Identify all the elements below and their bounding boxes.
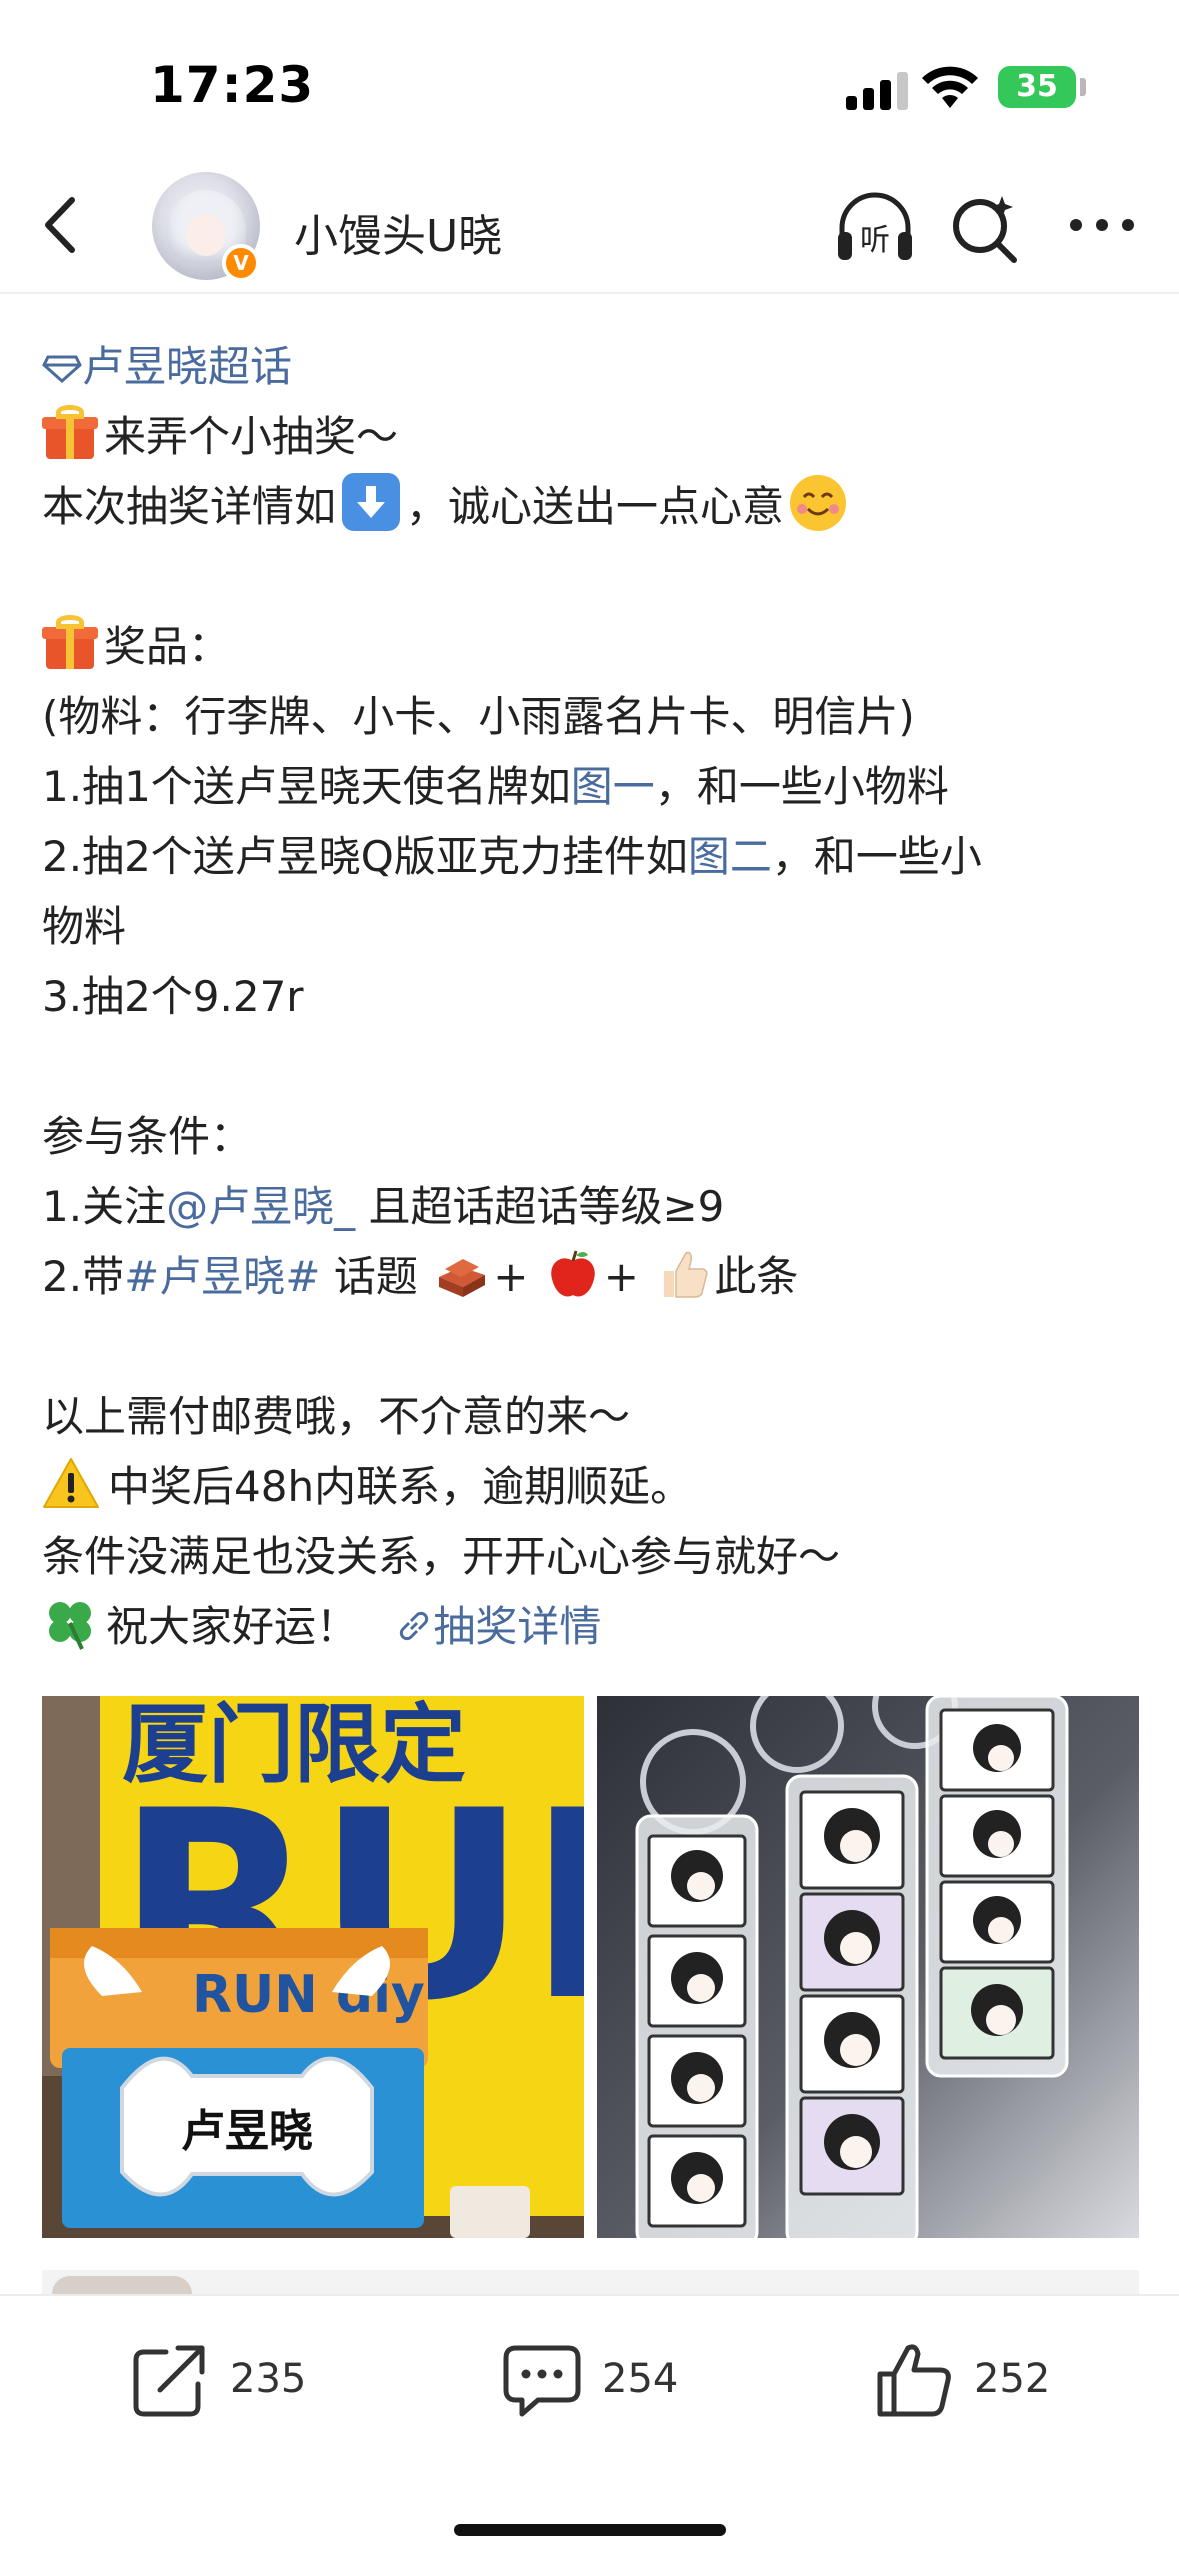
- home-indicator: [454, 2524, 726, 2536]
- cond1-text-b: 且超话超话等级≥9: [355, 1182, 725, 1231]
- down-arrow-icon: [342, 473, 401, 531]
- status-time: 17:23: [150, 56, 315, 114]
- battery-tip: [1080, 78, 1086, 96]
- prize2-line: 2.抽2个送卢昱晓Q版亚克力挂件如图二，和一些小: [42, 822, 1142, 892]
- username[interactable]: 小馒头U晓: [294, 200, 502, 264]
- condition-heading: 参与条件：: [42, 1112, 253, 1161]
- gift-icon: [42, 405, 98, 461]
- lottery-detail-label: 抽奖详情: [433, 1602, 602, 1651]
- cond2-text-a: 2.带: [42, 1252, 125, 1301]
- prize2-wrap-line: 物料: [42, 902, 127, 951]
- prize-heading-line: 奖品：: [42, 612, 1142, 682]
- diamond-icon: [42, 355, 82, 384]
- lottery-detail-link[interactable]: 抽奖详情: [371, 1602, 601, 1651]
- detail-line: 本次抽奖详情如 ，诚心送出一点心意: [42, 472, 1142, 542]
- intro-line: 来弄个小抽奖～: [42, 402, 1142, 472]
- detail-text-b: ，诚心送出一点心意: [406, 482, 785, 531]
- repost-button[interactable]: 235: [130, 2296, 350, 2456]
- prize2-image-link[interactable]: 图二: [688, 832, 772, 881]
- card-title: RUN diy: [192, 1965, 425, 2025]
- avatar-face: [186, 214, 226, 256]
- cond2-text-c: 此条: [714, 1252, 799, 1301]
- brick-icon: [439, 1259, 486, 1297]
- condition2-line: 2.带#卢昱晓# 话题 + + 此条: [42, 1242, 1142, 1312]
- comment-bubble-icon: [503, 2345, 581, 2417]
- status-bar: 17:23 35: [0, 0, 1179, 160]
- supertopic-label: 卢昱晓超话: [82, 342, 293, 391]
- intro-text: 来弄个小抽奖～: [104, 412, 399, 461]
- apple-icon: [550, 1250, 595, 1297]
- wifi-icon: [922, 66, 978, 108]
- link-chain-icon: [400, 1611, 429, 1641]
- prize1-text-b: ，和一些小物料: [654, 762, 949, 811]
- badge-photo: 厦门限定 RUN RUN diy 卢昱晓: [42, 1696, 584, 2238]
- note2-text: 中奖后48h内联系，逾期顺延。: [108, 1462, 693, 1511]
- detail-text-a: 本次抽奖详情如: [42, 482, 337, 531]
- comment-preview-strip: [42, 2270, 1139, 2294]
- warning-icon: [43, 1458, 99, 1508]
- comment-button[interactable]: 254: [502, 2296, 722, 2456]
- post-image-2[interactable]: [597, 1696, 1139, 2238]
- post-body: 卢昱晓超话 来弄个小抽奖～ 本次抽奖详情如 ，诚心送出一点心意 奖品： (物料：行…: [42, 332, 1142, 1662]
- thumbs-up-icon: [664, 1251, 708, 1298]
- nav-bar: V 小馒头U晓 听: [0, 160, 1179, 294]
- gift-icon: [42, 615, 98, 671]
- share-icon: [133, 2345, 205, 2417]
- badge-name: 卢昱晓: [181, 2106, 313, 2157]
- comment-avatar: [52, 2276, 192, 2294]
- prize1-text-a: 1.抽1个送卢昱晓天使名牌如: [42, 762, 571, 811]
- condition1-line: 1.关注@卢昱晓_ 且超话超话等级≥9: [42, 1172, 1142, 1242]
- cellular-signal-icon: [846, 70, 908, 110]
- plus-sign: +: [493, 1252, 529, 1301]
- search-icon[interactable]: [948, 190, 1022, 264]
- keychain-photo: [597, 1696, 1139, 2238]
- note4-text: 祝大家好运！: [106, 1602, 359, 1651]
- prize-heading: 奖品：: [104, 622, 231, 671]
- like-button[interactable]: 252: [874, 2296, 1094, 2456]
- prize2-text-a: 2.抽2个送卢昱晓Q版亚克力挂件如: [42, 832, 688, 881]
- cond2-text-b: 话题: [320, 1252, 418, 1301]
- repost-count: 235: [230, 2356, 307, 2402]
- mention-link[interactable]: @卢昱晓_: [166, 1182, 355, 1231]
- bottom-toolbar: 235 254 252: [0, 2294, 1179, 2556]
- note2-line: 中奖后48h内联系，逾期顺延。: [42, 1452, 1142, 1522]
- comment-count: 254: [602, 2356, 679, 2402]
- thumbs-up-icon: [877, 2344, 951, 2417]
- prize2-text-b: ，和一些小: [771, 832, 982, 881]
- supertopic-link[interactable]: 卢昱晓超话: [42, 342, 292, 391]
- smiling-face-icon: [790, 475, 847, 531]
- post-image-1[interactable]: 厦门限定 RUN RUN diy 卢昱晓: [42, 1696, 584, 2238]
- verified-badge-icon: V: [222, 244, 260, 282]
- note1-line: 以上需付邮费哦，不介意的来～: [42, 1392, 631, 1441]
- cond1-text-a: 1.关注: [42, 1182, 167, 1231]
- note3-line: 条件没满足也没关系，开开心心参与就好～: [42, 1532, 841, 1581]
- topic-line: 卢昱晓超话: [42, 332, 1142, 402]
- listen-headphones-icon[interactable]: 听: [834, 188, 916, 264]
- prize1-line: 1.抽1个送卢昱晓天使名牌如图一，和一些小物料: [42, 752, 1142, 822]
- plus-sign: +: [603, 1252, 639, 1301]
- prize3-line: 3.抽2个9.27r: [42, 972, 304, 1021]
- listen-label: 听: [860, 223, 890, 258]
- materials-line: (物料：行李牌、小卡、小雨露名片卡、明信片): [42, 692, 915, 741]
- more-options-icon[interactable]: [1066, 200, 1138, 250]
- like-count: 252: [974, 2356, 1051, 2402]
- back-chevron-icon[interactable]: [28, 190, 98, 260]
- clover-icon: [49, 1602, 91, 1650]
- hashtag-link[interactable]: #卢昱晓#: [124, 1252, 320, 1301]
- battery-indicator: 35: [998, 66, 1076, 108]
- note4-line: 祝大家好运！ 抽奖详情: [42, 1592, 1142, 1662]
- prize1-image-link[interactable]: 图一: [571, 762, 655, 811]
